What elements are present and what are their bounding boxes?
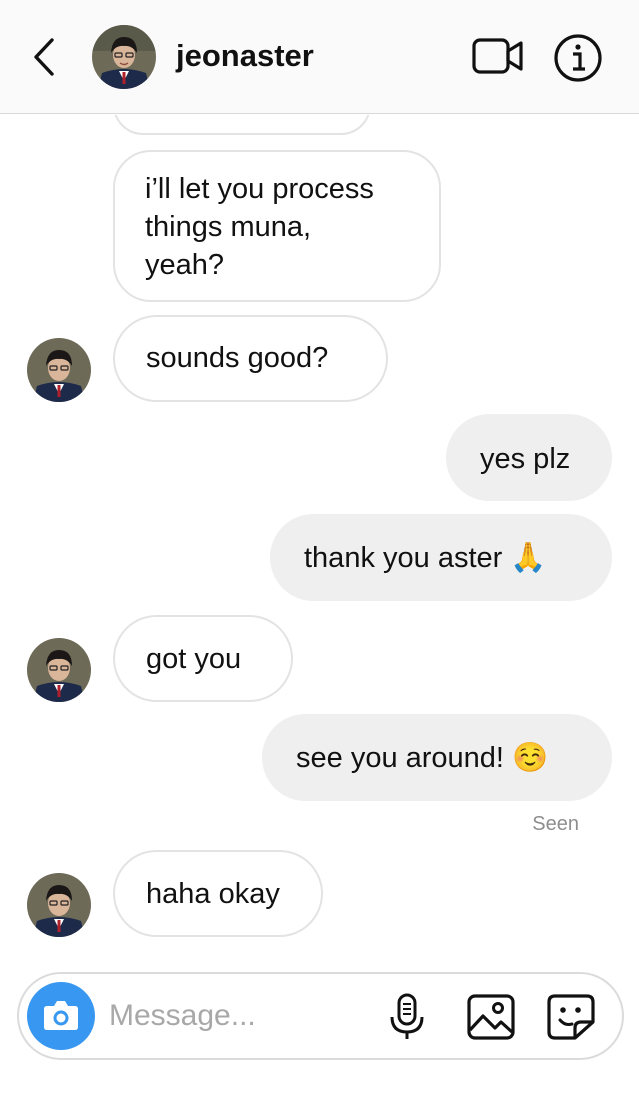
sender-avatar[interactable] xyxy=(27,873,91,937)
direct-message-screen: jeonaster i’ll let you process things mu… xyxy=(0,0,639,1095)
sticker-icon xyxy=(547,994,595,1040)
message-bubble-incoming[interactable]: i’ll let you process things muna, yeah? xyxy=(113,150,441,302)
camera-icon xyxy=(44,1001,78,1030)
camera-button[interactable] xyxy=(27,982,95,1050)
header-avatar[interactable] xyxy=(92,25,156,89)
avatar-image xyxy=(92,25,156,89)
microphone-icon xyxy=(390,993,424,1039)
sticker-button[interactable] xyxy=(545,992,597,1042)
avatar-image xyxy=(27,638,91,702)
back-button[interactable] xyxy=(26,32,66,82)
chat-username[interactable]: jeonaster xyxy=(176,36,314,76)
sender-avatar[interactable] xyxy=(27,638,91,702)
seen-receipt: Seen xyxy=(532,813,579,835)
avatar-image xyxy=(27,873,91,937)
info-icon xyxy=(554,34,602,82)
message-bubble-incoming[interactable]: sounds good? xyxy=(113,315,388,402)
message-bubble-outgoing[interactable]: thank you aster 🙏 xyxy=(270,514,612,601)
sender-avatar[interactable] xyxy=(27,338,91,402)
info-button[interactable] xyxy=(553,33,603,83)
message-bubble-outgoing[interactable]: yes plz xyxy=(446,414,612,501)
message-input[interactable] xyxy=(109,994,379,1038)
chat-header: jeonaster xyxy=(0,0,639,114)
message-bubble-outgoing[interactable]: see you around! ☺️ xyxy=(262,714,612,801)
message-thread[interactable]: i’ll let you process things muna, yeah? … xyxy=(0,115,639,965)
chevron-left-icon xyxy=(34,38,54,76)
video-camera-icon xyxy=(472,38,523,74)
gallery-button[interactable] xyxy=(465,992,517,1042)
image-gallery-icon xyxy=(467,994,515,1040)
message-composer xyxy=(17,972,624,1060)
avatar-image xyxy=(27,338,91,402)
voice-message-button[interactable] xyxy=(387,992,427,1042)
message-bubble-incoming[interactable]: haha okay xyxy=(113,850,323,937)
video-call-button[interactable] xyxy=(470,36,526,78)
message-bubble-incoming[interactable] xyxy=(113,115,371,135)
message-bubble-incoming[interactable]: got you xyxy=(113,615,293,702)
